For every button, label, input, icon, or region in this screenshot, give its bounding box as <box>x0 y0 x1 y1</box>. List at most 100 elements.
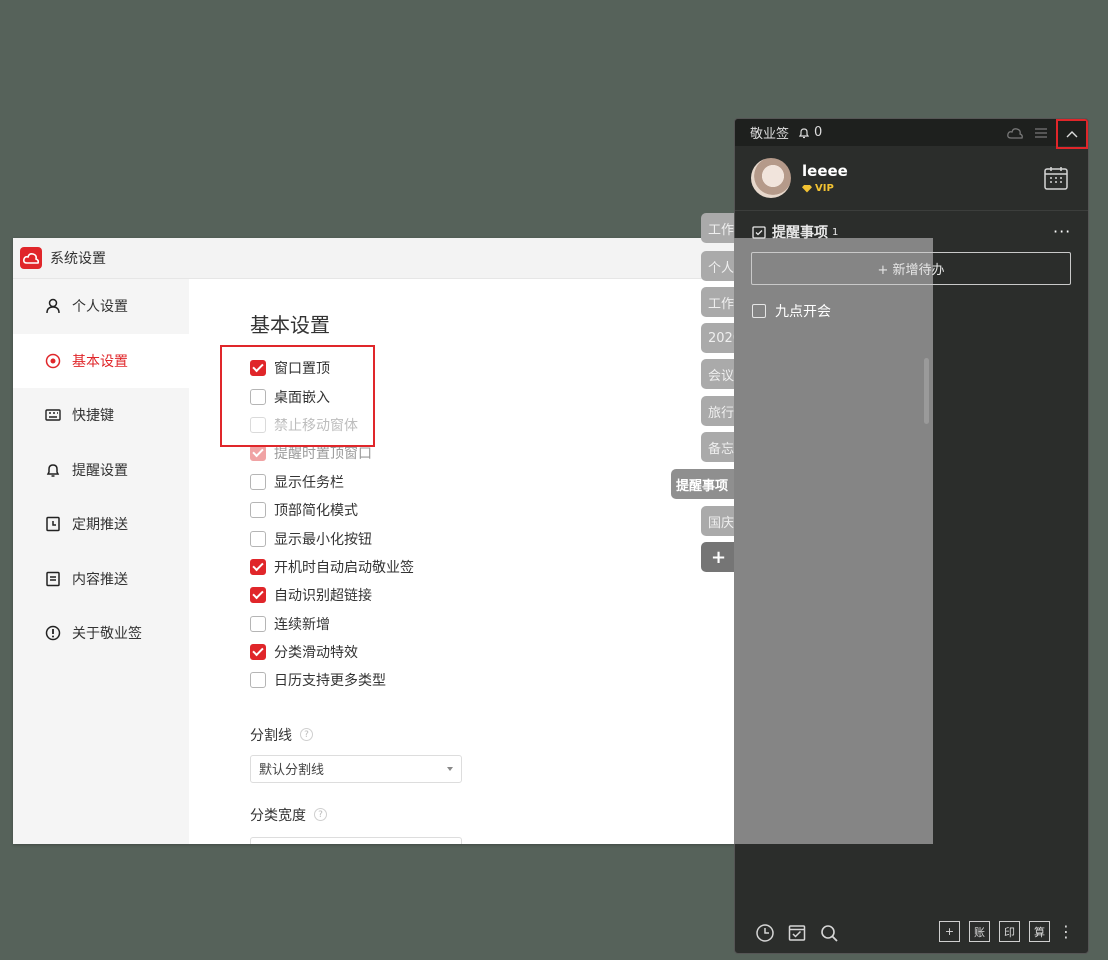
keyboard-icon <box>45 407 61 423</box>
user-profile: leeee VIP <box>735 146 1088 211</box>
select-value: 默认分割线 <box>259 763 325 779</box>
new-todo-button[interactable]: + 新增待办 <box>751 252 1071 285</box>
username: leeee <box>802 162 848 180</box>
scrollbar[interactable] <box>924 358 929 424</box>
category-tab-work[interactable]: 工作 <box>701 213 737 243</box>
diamond-icon <box>802 184 812 193</box>
option-label: 禁止移动窗体 <box>274 417 358 434</box>
help-icon[interactable]: ? <box>314 808 327 822</box>
category-tab-work-2[interactable]: 工作 <box>701 287 737 317</box>
settings-sidebar: 个人设置 基本设置 快捷键 提醒设置 定期推送 内容推送 关于敬业签 <box>13 279 189 844</box>
reminder-icon <box>752 226 766 239</box>
category-tab-reminders[interactable]: 提醒事项 <box>671 469 737 499</box>
target-icon <box>45 353 61 369</box>
add-note-button[interactable]: + <box>939 921 960 942</box>
user-icon <box>45 298 61 314</box>
nav-item-basic[interactable]: 基本设置 <box>13 333 189 388</box>
overlap-overlay <box>734 238 933 844</box>
option-label: 提醒时置顶窗口 <box>274 446 372 463</box>
cloud-sync-icon[interactable] <box>1004 122 1026 144</box>
checkbox[interactable] <box>250 473 266 490</box>
checkbox[interactable] <box>250 558 266 575</box>
option-label: 显示任务栏 <box>274 474 344 491</box>
checkbox[interactable] <box>250 615 266 632</box>
vip-badge: VIP <box>802 183 848 194</box>
nav-item-content-push[interactable]: 内容推送 <box>13 552 189 607</box>
more-icon[interactable]: ··· <box>1053 222 1071 241</box>
task-text: 九点开会 <box>775 304 831 320</box>
calculator-button[interactable]: 算 <box>1029 921 1050 942</box>
tasks-header: 提醒事项 1 <box>752 222 838 242</box>
chevron-up-icon <box>1066 131 1078 138</box>
check-calendar-icon[interactable] <box>787 923 807 943</box>
notification-count: 0 <box>814 125 823 140</box>
nav-label: 内容推送 <box>72 571 128 588</box>
option-label: 连续新增 <box>274 616 330 633</box>
divider-select[interactable]: 默认分割线 <box>250 754 462 783</box>
option-label: 开机时自动启动敬业签 <box>274 559 414 576</box>
bell-icon <box>45 462 61 478</box>
option-label: 分类滑动特效 <box>274 645 358 662</box>
checkbox[interactable] <box>250 672 266 689</box>
note-bottom-bar: + 账 印 算 ⋮ <box>735 913 1088 953</box>
option-label: 日历支持更多类型 <box>274 673 386 690</box>
help-icon[interactable]: ? <box>300 728 313 742</box>
field-label-text: 分类宽度 <box>250 807 306 824</box>
task-item[interactable]: 九点开会 <box>752 301 831 321</box>
category-tab-meeting[interactable]: 会议 <box>701 359 737 389</box>
field-label-text: 分割线 <box>250 727 292 744</box>
checkbox <box>250 445 266 462</box>
nav-label: 关于敬业签 <box>72 626 142 643</box>
doc-icon <box>45 571 61 587</box>
vip-label: VIP <box>815 183 834 194</box>
category-tab-national-day[interactable]: 国庆 <box>701 506 737 536</box>
nav-item-shortcuts[interactable]: 快捷键 <box>13 388 189 443</box>
nav-label: 定期推送 <box>72 517 128 534</box>
nav-label: 提醒设置 <box>72 462 128 479</box>
category-tab-personal[interactable]: 个人 <box>701 251 737 281</box>
nav-label: 基本设置 <box>72 353 128 370</box>
checkbox[interactable] <box>250 502 266 519</box>
category-width-select[interactable] <box>250 836 462 844</box>
checkbox[interactable] <box>250 530 266 547</box>
app-name: 敬业签 <box>750 127 790 142</box>
nav-item-scheduled-push[interactable]: 定期推送 <box>13 497 189 552</box>
task-checkbox[interactable] <box>752 304 766 318</box>
option-label: 显示最小化按钮 <box>274 531 372 548</box>
note-topbar[interactable]: 敬业签 0 <box>735 119 1088 149</box>
calendar-icon[interactable] <box>1042 164 1070 192</box>
nav-item-about[interactable]: 关于敬业签 <box>13 606 189 661</box>
option-label: 自动识别超链接 <box>274 588 372 605</box>
nav-item-reminders[interactable]: 提醒设置 <box>13 443 189 498</box>
clock-icon[interactable] <box>755 923 775 943</box>
print-button[interactable]: 印 <box>999 921 1020 942</box>
category-tab-2020[interactable]: 2020 <box>701 323 737 353</box>
nav-label: 快捷键 <box>72 408 114 425</box>
settings-title: 系统设置 <box>50 251 106 267</box>
cloud-logo-icon <box>20 247 42 269</box>
option-label: 顶部简化模式 <box>274 503 358 520</box>
checkbox[interactable] <box>250 587 266 604</box>
option-label: 桌面嵌入 <box>274 389 330 406</box>
checkbox[interactable] <box>250 360 266 377</box>
avatar[interactable] <box>751 158 791 198</box>
option-label: 窗口置顶 <box>274 361 330 378</box>
more-options-icon[interactable]: ⋮ <box>1058 923 1074 940</box>
tasks-title: 提醒事项 <box>772 225 828 241</box>
add-category-button[interactable]: + <box>701 542 737 572</box>
category-tab-travel[interactable]: 旅行 <box>701 396 737 426</box>
info-icon <box>45 625 61 641</box>
tasks-count: 1 <box>832 226 839 238</box>
chevron-down-icon <box>447 766 453 771</box>
checkbox <box>250 416 266 433</box>
category-tab-memo[interactable]: 备忘 <box>701 432 737 462</box>
checkbox[interactable] <box>250 388 266 405</box>
collapse-button[interactable] <box>1056 119 1088 149</box>
nav-item-personal[interactable]: 个人设置 <box>13 279 189 334</box>
checkbox[interactable] <box>250 644 266 661</box>
bell-icon[interactable] <box>798 127 810 139</box>
search-icon[interactable] <box>819 923 839 943</box>
account-button[interactable]: 账 <box>969 921 990 942</box>
clock-doc-icon <box>45 516 61 532</box>
menu-icon[interactable] <box>1030 122 1052 144</box>
